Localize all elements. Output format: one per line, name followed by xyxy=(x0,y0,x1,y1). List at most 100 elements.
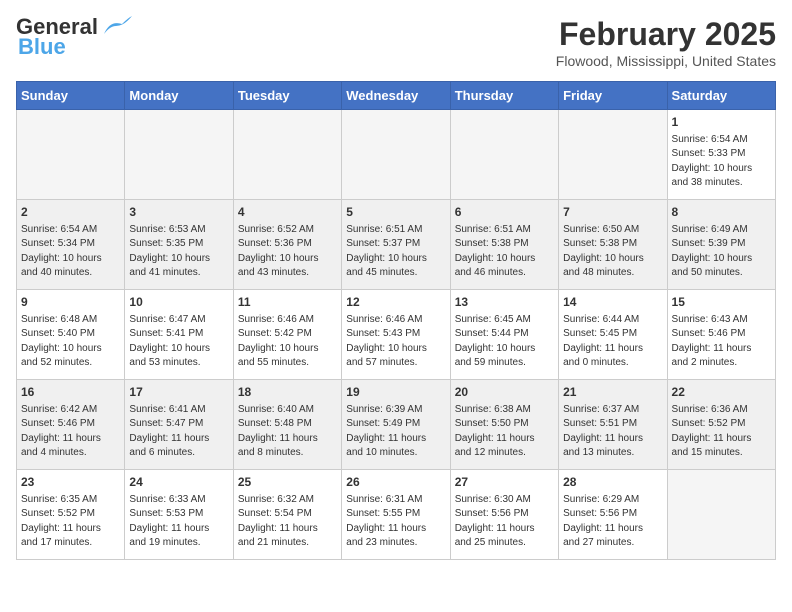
calendar-cell: 16 Sunrise: 6:42 AM Sunset: 5:46 PM Dayli… xyxy=(17,380,125,470)
calendar-cell xyxy=(559,110,667,200)
calendar-cell: 8 Sunrise: 6:49 AM Sunset: 5:39 PM Daylig… xyxy=(667,200,775,290)
calendar-header-row: SundayMondayTuesdayWednesdayThursdayFrid… xyxy=(17,82,776,110)
day-number: 10 xyxy=(129,294,228,311)
calendar-cell: 23 Sunrise: 6:35 AM Sunset: 5:52 PM Dayli… xyxy=(17,470,125,560)
calendar-cell: 5 Sunrise: 6:51 AM Sunset: 5:37 PM Daylig… xyxy=(342,200,450,290)
calendar-cell: 3Sunrise: 6:53 AM Sunset: 5:35 PM Daylig… xyxy=(125,200,233,290)
day-number: 1 xyxy=(672,114,771,131)
day-info: Sunrise: 6:43 AM Sunset: 5:46 PM Dayligh… xyxy=(672,313,771,371)
day-info: Sunrise: 6:31 AM Sunset: 5:55 PM Dayligh… xyxy=(346,493,445,551)
day-number: 24 xyxy=(129,474,228,491)
day-info: Sunrise: 6:35 AM Sunset: 5:52 PM Dayligh… xyxy=(21,493,120,551)
weekday-header-sunday: Sunday xyxy=(17,82,125,110)
calendar-cell xyxy=(125,110,233,200)
calendar-cell: 25 Sunrise: 6:32 AM Sunset: 5:54 PM Dayli… xyxy=(233,470,341,560)
day-number: 9 xyxy=(21,294,120,311)
day-info: Sunrise: 6:29 AM Sunset: 5:56 PM Dayligh… xyxy=(563,493,662,551)
day-info: Sunrise: 6:51 AM Sunset: 5:38 PM Dayligh… xyxy=(455,223,554,281)
calendar-cell: 26Sunrise: 6:31 AM Sunset: 5:55 PM Dayli… xyxy=(342,470,450,560)
calendar-week-row: 1 Sunrise: 6:54 AM Sunset: 5:33 PM Daylig… xyxy=(17,110,776,200)
weekday-header-tuesday: Tuesday xyxy=(233,82,341,110)
day-info: Sunrise: 6:44 AM Sunset: 5:45 PM Dayligh… xyxy=(563,313,662,371)
day-info: Sunrise: 6:37 AM Sunset: 5:51 PM Dayligh… xyxy=(563,403,662,461)
calendar-cell: 17 Sunrise: 6:41 AM Sunset: 5:47 PM Dayli… xyxy=(125,380,233,470)
day-number: 13 xyxy=(455,294,554,311)
calendar-cell: 7 Sunrise: 6:50 AM Sunset: 5:38 PM Daylig… xyxy=(559,200,667,290)
day-info: Sunrise: 6:50 AM Sunset: 5:38 PM Dayligh… xyxy=(563,223,662,281)
calendar-cell: 1 Sunrise: 6:54 AM Sunset: 5:33 PM Daylig… xyxy=(667,110,775,200)
day-number: 17 xyxy=(129,384,228,401)
calendar-cell: 28 Sunrise: 6:29 AM Sunset: 5:56 PM Dayli… xyxy=(559,470,667,560)
weekday-header-saturday: Saturday xyxy=(667,82,775,110)
day-info: Sunrise: 6:47 AM Sunset: 5:41 PM Dayligh… xyxy=(129,313,228,371)
day-number: 15 xyxy=(672,294,771,311)
logo-blue: Blue xyxy=(18,34,66,60)
calendar-cell: 13 Sunrise: 6:45 AM Sunset: 5:44 PM Dayli… xyxy=(450,290,558,380)
day-info: Sunrise: 6:51 AM Sunset: 5:37 PM Dayligh… xyxy=(346,223,445,281)
day-info: Sunrise: 6:54 AM Sunset: 5:33 PM Dayligh… xyxy=(672,133,771,191)
day-number: 20 xyxy=(455,384,554,401)
calendar-cell: 10 Sunrise: 6:47 AM Sunset: 5:41 PM Dayli… xyxy=(125,290,233,380)
calendar-week-row: 16 Sunrise: 6:42 AM Sunset: 5:46 PM Dayli… xyxy=(17,380,776,470)
logo: General Blue xyxy=(16,16,132,60)
calendar-cell: 2 Sunrise: 6:54 AM Sunset: 5:34 PM Daylig… xyxy=(17,200,125,290)
calendar-cell xyxy=(233,110,341,200)
day-info: Sunrise: 6:52 AM Sunset: 5:36 PM Dayligh… xyxy=(238,223,337,281)
day-number: 11 xyxy=(238,294,337,311)
calendar-week-row: 23 Sunrise: 6:35 AM Sunset: 5:52 PM Dayli… xyxy=(17,470,776,560)
calendar-cell xyxy=(450,110,558,200)
day-number: 27 xyxy=(455,474,554,491)
calendar-cell xyxy=(667,470,775,560)
location: Flowood, Mississippi, United States xyxy=(556,53,776,69)
month-title: February 2025 xyxy=(556,16,776,53)
day-number: 5 xyxy=(346,204,445,221)
calendar-cell: 22 Sunrise: 6:36 AM Sunset: 5:52 PM Dayli… xyxy=(667,380,775,470)
logo-bird-icon xyxy=(100,16,132,38)
day-number: 7 xyxy=(563,204,662,221)
calendar-cell: 14 Sunrise: 6:44 AM Sunset: 5:45 PM Dayli… xyxy=(559,290,667,380)
calendar-cell xyxy=(17,110,125,200)
calendar-cell: 18Sunrise: 6:40 AM Sunset: 5:48 PM Dayli… xyxy=(233,380,341,470)
weekday-header-wednesday: Wednesday xyxy=(342,82,450,110)
day-info: Sunrise: 6:42 AM Sunset: 5:46 PM Dayligh… xyxy=(21,403,120,461)
weekday-header-friday: Friday xyxy=(559,82,667,110)
day-info: Sunrise: 6:45 AM Sunset: 5:44 PM Dayligh… xyxy=(455,313,554,371)
day-number: 16 xyxy=(21,384,120,401)
calendar-cell: 9 Sunrise: 6:48 AM Sunset: 5:40 PM Daylig… xyxy=(17,290,125,380)
calendar-cell: 15 Sunrise: 6:43 AM Sunset: 5:46 PM Dayli… xyxy=(667,290,775,380)
day-number: 22 xyxy=(672,384,771,401)
day-number: 6 xyxy=(455,204,554,221)
day-info: Sunrise: 6:39 AM Sunset: 5:49 PM Dayligh… xyxy=(346,403,445,461)
calendar-cell xyxy=(342,110,450,200)
day-info: Sunrise: 6:36 AM Sunset: 5:52 PM Dayligh… xyxy=(672,403,771,461)
day-number: 2 xyxy=(21,204,120,221)
day-info: Sunrise: 6:48 AM Sunset: 5:40 PM Dayligh… xyxy=(21,313,120,371)
day-number: 3 xyxy=(129,204,228,221)
calendar-cell: 11 Sunrise: 6:46 AM Sunset: 5:42 PM Dayli… xyxy=(233,290,341,380)
day-info: Sunrise: 6:40 AM Sunset: 5:48 PM Dayligh… xyxy=(238,403,337,461)
calendar-cell: 21Sunrise: 6:37 AM Sunset: 5:51 PM Dayli… xyxy=(559,380,667,470)
day-number: 4 xyxy=(238,204,337,221)
day-number: 23 xyxy=(21,474,120,491)
day-info: Sunrise: 6:38 AM Sunset: 5:50 PM Dayligh… xyxy=(455,403,554,461)
page-header: General Blue February 2025 Flowood, Miss… xyxy=(16,16,776,69)
day-number: 14 xyxy=(563,294,662,311)
calendar-cell: 4 Sunrise: 6:52 AM Sunset: 5:36 PM Daylig… xyxy=(233,200,341,290)
calendar-cell: 24 Sunrise: 6:33 AM Sunset: 5:53 PM Dayli… xyxy=(125,470,233,560)
calendar-week-row: 2 Sunrise: 6:54 AM Sunset: 5:34 PM Daylig… xyxy=(17,200,776,290)
day-info: Sunrise: 6:32 AM Sunset: 5:54 PM Dayligh… xyxy=(238,493,337,551)
day-info: Sunrise: 6:41 AM Sunset: 5:47 PM Dayligh… xyxy=(129,403,228,461)
calendar-cell: 19 Sunrise: 6:39 AM Sunset: 5:49 PM Dayli… xyxy=(342,380,450,470)
day-number: 19 xyxy=(346,384,445,401)
day-info: Sunrise: 6:49 AM Sunset: 5:39 PM Dayligh… xyxy=(672,223,771,281)
day-info: Sunrise: 6:46 AM Sunset: 5:42 PM Dayligh… xyxy=(238,313,337,371)
day-number: 25 xyxy=(238,474,337,491)
day-number: 12 xyxy=(346,294,445,311)
calendar-cell: 12 Sunrise: 6:46 AM Sunset: 5:43 PM Dayli… xyxy=(342,290,450,380)
weekday-header-monday: Monday xyxy=(125,82,233,110)
day-number: 28 xyxy=(563,474,662,491)
day-info: Sunrise: 6:46 AM Sunset: 5:43 PM Dayligh… xyxy=(346,313,445,371)
day-info: Sunrise: 6:54 AM Sunset: 5:34 PM Dayligh… xyxy=(21,223,120,281)
day-info: Sunrise: 6:33 AM Sunset: 5:53 PM Dayligh… xyxy=(129,493,228,551)
day-number: 8 xyxy=(672,204,771,221)
